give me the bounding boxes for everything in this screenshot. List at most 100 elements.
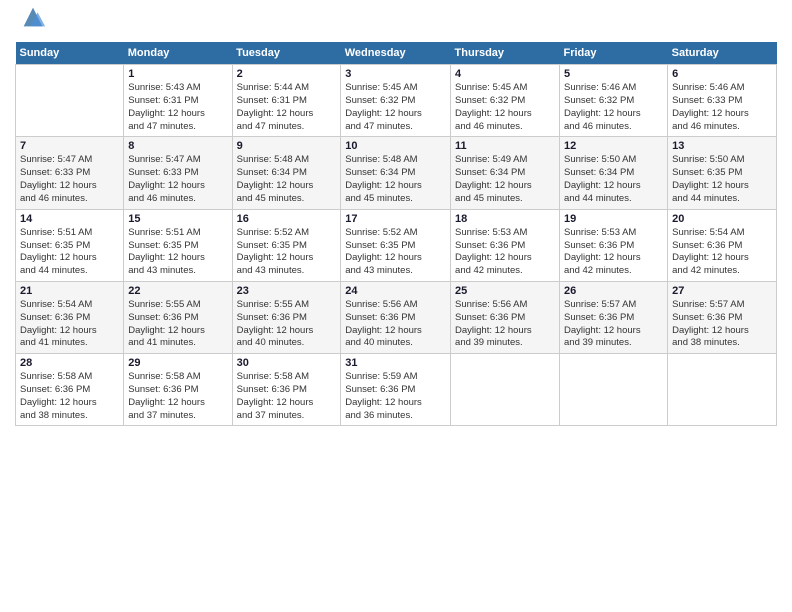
calendar-cell: 1 Sunrise: 5:43 AM Sunset: 6:31 PM Daylig…	[124, 65, 232, 137]
day-number: 17	[345, 213, 446, 225]
day-info: Sunrise: 5:43 AM Sunset: 6:31 PM Dayligh…	[128, 82, 227, 133]
day-info: Sunrise: 5:54 AM Sunset: 6:36 PM Dayligh…	[20, 299, 119, 350]
day-info: Sunrise: 5:58 AM Sunset: 6:36 PM Dayligh…	[237, 371, 337, 422]
weekday-header-sunday: Sunday	[16, 42, 124, 65]
calendar-cell: 3 Sunrise: 5:45 AM Sunset: 6:32 PM Daylig…	[341, 65, 451, 137]
day-number: 20	[672, 213, 772, 225]
calendar-cell: 2 Sunrise: 5:44 AM Sunset: 6:31 PM Daylig…	[232, 65, 341, 137]
page-header	[15, 10, 777, 34]
week-row-2: 7 Sunrise: 5:47 AM Sunset: 6:33 PM Daylig…	[16, 137, 777, 209]
calendar-cell: 23 Sunrise: 5:55 AM Sunset: 6:36 PM Dayli…	[232, 281, 341, 353]
calendar-cell: 6 Sunrise: 5:46 AM Sunset: 6:33 PM Daylig…	[668, 65, 777, 137]
day-info: Sunrise: 5:46 AM Sunset: 6:33 PM Dayligh…	[672, 82, 772, 133]
calendar-cell: 30Sunrise: 5:58 AM Sunset: 6:36 PM Dayli…	[232, 354, 341, 426]
day-number: 14	[20, 213, 119, 225]
weekday-header-friday: Friday	[560, 42, 668, 65]
calendar-cell: 20 Sunrise: 5:54 AM Sunset: 6:36 PM Dayli…	[668, 209, 777, 281]
calendar-cell: 14 Sunrise: 5:51 AM Sunset: 6:35 PM Dayli…	[16, 209, 124, 281]
calendar-cell: 9Sunrise: 5:48 AM Sunset: 6:34 PM Daylig…	[232, 137, 341, 209]
calendar-cell: 5 Sunrise: 5:46 AM Sunset: 6:32 PM Daylig…	[560, 65, 668, 137]
calendar-cell: 21 Sunrise: 5:54 AM Sunset: 6:36 PM Dayli…	[16, 281, 124, 353]
calendar-cell	[16, 65, 124, 137]
day-number: 2	[237, 68, 337, 80]
day-number: 1	[128, 68, 227, 80]
calendar-cell: 8Sunrise: 5:47 AM Sunset: 6:33 PM Daylig…	[124, 137, 232, 209]
weekday-header-row: SundayMondayTuesdayWednesdayThursdayFrid…	[16, 42, 777, 65]
day-info: Sunrise: 5:53 AM Sunset: 6:36 PM Dayligh…	[455, 227, 555, 278]
calendar-cell: 15 Sunrise: 5:51 AM Sunset: 6:35 PM Dayli…	[124, 209, 232, 281]
day-number: 21	[20, 285, 119, 297]
day-info: Sunrise: 5:51 AM Sunset: 6:35 PM Dayligh…	[128, 227, 227, 278]
day-info: Sunrise: 5:56 AM Sunset: 6:36 PM Dayligh…	[455, 299, 555, 350]
day-info: Sunrise: 5:46 AM Sunset: 6:32 PM Dayligh…	[564, 82, 663, 133]
calendar-cell: 25 Sunrise: 5:56 AM Sunset: 6:36 PM Dayli…	[451, 281, 560, 353]
weekday-header-wednesday: Wednesday	[341, 42, 451, 65]
day-info: Sunrise: 5:44 AM Sunset: 6:31 PM Dayligh…	[237, 82, 337, 133]
day-info: Sunrise: 5:55 AM Sunset: 6:36 PM Dayligh…	[237, 299, 337, 350]
day-info: Sunrise: 5:45 AM Sunset: 6:32 PM Dayligh…	[345, 82, 446, 133]
day-info: Sunrise: 5:50 AM Sunset: 6:35 PM Dayligh…	[672, 154, 772, 205]
calendar-cell: 24 Sunrise: 5:56 AM Sunset: 6:36 PM Dayli…	[341, 281, 451, 353]
day-info: Sunrise: 5:48 AM Sunset: 6:34 PM Dayligh…	[237, 154, 337, 205]
day-number: 28	[20, 357, 119, 369]
day-info: Sunrise: 5:57 AM Sunset: 6:36 PM Dayligh…	[672, 299, 772, 350]
day-number: 5	[564, 68, 663, 80]
day-number: 6	[672, 68, 772, 80]
day-number: 8	[128, 140, 227, 152]
day-number: 26	[564, 285, 663, 297]
day-info: Sunrise: 5:52 AM Sunset: 6:35 PM Dayligh…	[345, 227, 446, 278]
calendar-cell: 26 Sunrise: 5:57 AM Sunset: 6:36 PM Dayli…	[560, 281, 668, 353]
day-info: Sunrise: 5:58 AM Sunset: 6:36 PM Dayligh…	[20, 371, 119, 422]
day-number: 24	[345, 285, 446, 297]
week-row-1: 1 Sunrise: 5:43 AM Sunset: 6:31 PM Daylig…	[16, 65, 777, 137]
day-number: 12	[564, 140, 663, 152]
calendar-cell: 18Sunrise: 5:53 AM Sunset: 6:36 PM Dayli…	[451, 209, 560, 281]
day-info: Sunrise: 5:54 AM Sunset: 6:36 PM Dayligh…	[672, 227, 772, 278]
day-info: Sunrise: 5:56 AM Sunset: 6:36 PM Dayligh…	[345, 299, 446, 350]
day-info: Sunrise: 5:52 AM Sunset: 6:35 PM Dayligh…	[237, 227, 337, 278]
calendar-cell: 10 Sunrise: 5:48 AM Sunset: 6:34 PM Dayli…	[341, 137, 451, 209]
day-number: 10	[345, 140, 446, 152]
day-number: 23	[237, 285, 337, 297]
calendar-table: SundayMondayTuesdayWednesdayThursdayFrid…	[15, 42, 777, 426]
week-row-5: 28 Sunrise: 5:58 AM Sunset: 6:36 PM Dayli…	[16, 354, 777, 426]
calendar-cell: 13 Sunrise: 5:50 AM Sunset: 6:35 PM Dayli…	[668, 137, 777, 209]
day-info: Sunrise: 5:48 AM Sunset: 6:34 PM Dayligh…	[345, 154, 446, 205]
day-info: Sunrise: 5:50 AM Sunset: 6:34 PM Dayligh…	[564, 154, 663, 205]
calendar-cell: 31 Sunrise: 5:59 AM Sunset: 6:36 PM Dayli…	[341, 354, 451, 426]
day-info: Sunrise: 5:57 AM Sunset: 6:36 PM Dayligh…	[564, 299, 663, 350]
day-number: 3	[345, 68, 446, 80]
day-number: 7	[20, 140, 119, 152]
day-number: 31	[345, 357, 446, 369]
calendar-cell	[451, 354, 560, 426]
day-number: 25	[455, 285, 555, 297]
day-number: 29	[128, 357, 227, 369]
day-number: 4	[455, 68, 555, 80]
logo-icon	[19, 3, 47, 31]
calendar-cell: 7 Sunrise: 5:47 AM Sunset: 6:33 PM Daylig…	[16, 137, 124, 209]
calendar-cell: 22 Sunrise: 5:55 AM Sunset: 6:36 PM Dayli…	[124, 281, 232, 353]
page-container: SundayMondayTuesdayWednesdayThursdayFrid…	[0, 0, 792, 436]
day-number: 13	[672, 140, 772, 152]
day-info: Sunrise: 5:55 AM Sunset: 6:36 PM Dayligh…	[128, 299, 227, 350]
calendar-cell: 19Sunrise: 5:53 AM Sunset: 6:36 PM Dayli…	[560, 209, 668, 281]
weekday-header-tuesday: Tuesday	[232, 42, 341, 65]
calendar-cell: 16Sunrise: 5:52 AM Sunset: 6:35 PM Dayli…	[232, 209, 341, 281]
week-row-3: 14 Sunrise: 5:51 AM Sunset: 6:35 PM Dayli…	[16, 209, 777, 281]
weekday-header-thursday: Thursday	[451, 42, 560, 65]
day-number: 19	[564, 213, 663, 225]
weekday-header-saturday: Saturday	[668, 42, 777, 65]
day-number: 27	[672, 285, 772, 297]
day-number: 15	[128, 213, 227, 225]
calendar-cell: 12 Sunrise: 5:50 AM Sunset: 6:34 PM Dayli…	[560, 137, 668, 209]
day-info: Sunrise: 5:59 AM Sunset: 6:36 PM Dayligh…	[345, 371, 446, 422]
calendar-cell: 29 Sunrise: 5:58 AM Sunset: 6:36 PM Dayli…	[124, 354, 232, 426]
day-number: 22	[128, 285, 227, 297]
calendar-cell: 4Sunrise: 5:45 AM Sunset: 6:32 PM Daylig…	[451, 65, 560, 137]
day-info: Sunrise: 5:47 AM Sunset: 6:33 PM Dayligh…	[20, 154, 119, 205]
day-info: Sunrise: 5:51 AM Sunset: 6:35 PM Dayligh…	[20, 227, 119, 278]
calendar-cell: 11Sunrise: 5:49 AM Sunset: 6:34 PM Dayli…	[451, 137, 560, 209]
day-info: Sunrise: 5:58 AM Sunset: 6:36 PM Dayligh…	[128, 371, 227, 422]
calendar-cell: 27 Sunrise: 5:57 AM Sunset: 6:36 PM Dayli…	[668, 281, 777, 353]
weekday-header-monday: Monday	[124, 42, 232, 65]
